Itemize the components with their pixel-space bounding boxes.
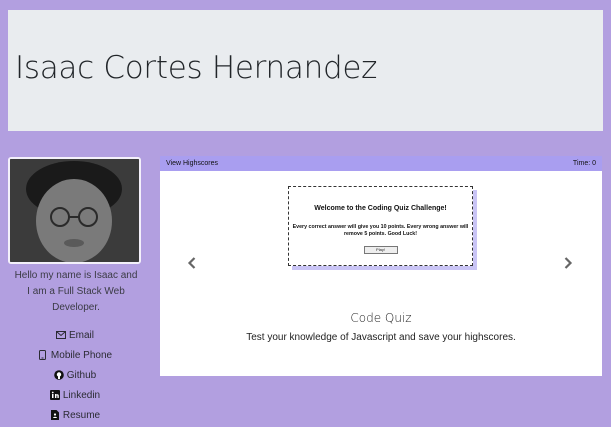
resume-label: Resume	[62, 409, 101, 421]
linkedin-label: Linkedin	[62, 389, 101, 401]
chevron-left-icon	[187, 257, 196, 269]
linkedin-link[interactable]: Linkedin	[8, 385, 142, 405]
email-link[interactable]: Email	[8, 325, 142, 345]
phone-icon	[38, 350, 48, 360]
slide-caption-text: Test your knowledge of Javascript and sa…	[246, 332, 516, 343]
view-highscores-link[interactable]: View Highscores	[166, 156, 218, 171]
github-link[interactable]: Github	[8, 365, 142, 385]
quiz-topbar: View Highscores Time: 0	[160, 156, 602, 171]
slide-caption-title: Code Quiz	[350, 311, 412, 325]
avatar	[8, 157, 141, 264]
projects-carousel: View Highscores Time: 0 Welcome to the C…	[160, 156, 602, 376]
quiz-title: Welcome to the Coding Quiz Challenge!	[314, 205, 447, 212]
profile-bio: Hello my name is Isaac and I am a Full S…	[14, 270, 138, 313]
envelope-icon	[55, 330, 66, 340]
quiz-preview-card: Welcome to the Coding Quiz Challenge! Ev…	[288, 186, 473, 266]
play-button[interactable]: Play!	[363, 246, 398, 254]
carousel-prev-button[interactable]	[187, 256, 197, 273]
timer-text: Time: 0	[572, 160, 596, 167]
page-title: Isaac Cortes Hernandez	[15, 50, 378, 86]
github-icon	[53, 370, 64, 380]
quiz-description: Every correct answer will give you 10 po…	[292, 224, 469, 237]
contact-links: Email Mobile Phone Github Linkedin Resum…	[8, 325, 142, 425]
email-label: Email	[68, 329, 94, 341]
chevron-right-icon	[564, 257, 573, 269]
header-jumbotron: Isaac Cortes Hernandez	[8, 10, 603, 131]
github-label: Github	[66, 369, 97, 381]
mobile-phone-link[interactable]: Mobile Phone	[8, 345, 142, 365]
profile-photo	[10, 159, 139, 262]
carousel-next-button[interactable]	[563, 256, 573, 273]
linkedin-icon	[49, 390, 60, 400]
document-icon	[50, 410, 60, 420]
resume-link[interactable]: Resume	[8, 405, 142, 425]
mobile-phone-label: Mobile Phone	[50, 349, 113, 361]
